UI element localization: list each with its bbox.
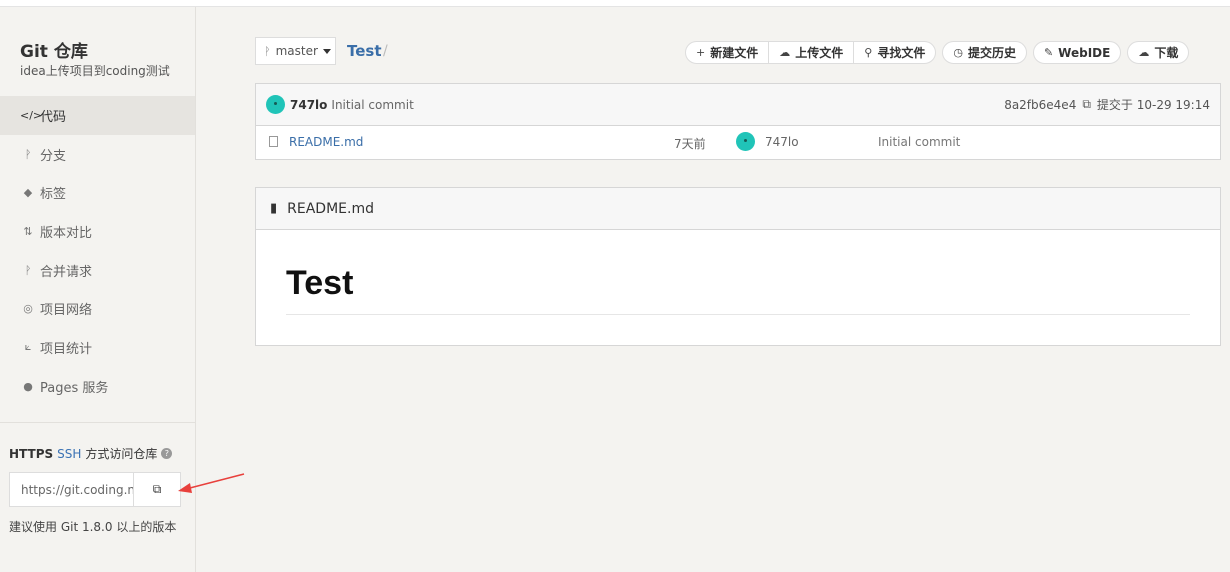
branch-icon: ᚹ bbox=[24, 147, 32, 161]
https-toggle[interactable]: HTTPS bbox=[9, 447, 53, 461]
clone-url-box: ⧉ bbox=[9, 472, 181, 507]
sidebar-item-label: 合并请求 bbox=[40, 264, 93, 280]
commit-author[interactable]: 747lo bbox=[290, 98, 327, 112]
sidebar: Git 仓库 idea上传项目到coding测试 </> 代码 ᚹ 分支 ◆ 标… bbox=[0, 7, 196, 572]
sidebar-divider bbox=[0, 422, 195, 423]
file-icon bbox=[269, 136, 278, 147]
sidebar-item-statistics[interactable]: ⟀ 项目统计 bbox=[0, 328, 195, 367]
sidebar-nav: </> 代码 ᚹ 分支 ◆ 标签 ⇅ 版本对比 ᚹ 合并请求 ◎ 项目网络 ⟀ … bbox=[0, 96, 195, 406]
readme-filename: README.md bbox=[287, 200, 374, 217]
find-file-button[interactable]: ⚲ 寻找文件 bbox=[853, 42, 935, 63]
new-file-button[interactable]: + 新建文件 bbox=[686, 42, 768, 63]
code-icon: </> bbox=[20, 108, 43, 122]
find-file-label: 寻找文件 bbox=[877, 46, 926, 60]
copy-icon: ⧉ bbox=[152, 482, 162, 496]
readme-header: ▮ README.md bbox=[256, 188, 1220, 230]
clock-icon: ◷ bbox=[953, 46, 963, 59]
git-version-tip: 建议使用 Git 1.8.0 以上的版本 bbox=[9, 520, 177, 534]
access-label: 方式访问仓库 bbox=[85, 447, 158, 461]
sidebar-item-label: 版本对比 bbox=[40, 225, 93, 241]
sidebar-item-label: 项目统计 bbox=[40, 341, 93, 357]
webide-button-wrap: ✎ WebIDE bbox=[1032, 41, 1122, 64]
sidebar-item-label: Pages 服务 bbox=[40, 380, 109, 396]
sidebar-item-network[interactable]: ◎ 项目网络 bbox=[0, 289, 195, 328]
file-name-link[interactable]: README.md bbox=[289, 135, 363, 149]
avatar[interactable] bbox=[266, 95, 285, 114]
clone-access-row: HTTPS SSH 方式访问仓库 ? bbox=[9, 445, 173, 462]
commit-history-label: 提交历史 bbox=[967, 46, 1016, 60]
repo-actions: + 新建文件 ☁ 上传文件 ⚲ 寻找文件 ◷ 提交历史 ✎ WebIDE ☁ 下… bbox=[685, 41, 1190, 64]
download-button[interactable]: ☁ 下载 bbox=[1128, 44, 1188, 61]
ssh-toggle[interactable]: SSH bbox=[57, 447, 81, 461]
copy-hash-icon[interactable]: ⧉ bbox=[1082, 97, 1091, 112]
compare-icon: ⇅ bbox=[23, 224, 33, 238]
readme-panel: ▮ README.md Test bbox=[255, 187, 1221, 346]
copy-url-button[interactable]: ⧉ bbox=[134, 473, 180, 506]
network-icon: ◎ bbox=[23, 302, 33, 316]
sidebar-item-label: 分支 bbox=[40, 148, 67, 164]
merge-request-icon: ᚹ bbox=[24, 263, 32, 277]
webide-label: WebIDE bbox=[1058, 45, 1111, 60]
edit-icon: ✎ bbox=[1043, 46, 1054, 59]
annotation-arrow bbox=[178, 473, 245, 493]
sidebar-item-branches[interactable]: ᚹ 分支 bbox=[0, 135, 195, 174]
commit-time: 提交于 10-29 19:14 bbox=[1096, 98, 1210, 112]
file-commit-message[interactable]: Initial commit bbox=[878, 135, 960, 149]
sidebar-item-label: 项目网络 bbox=[40, 303, 93, 319]
branch-icon: ᚹ bbox=[264, 44, 271, 58]
sidebar-item-code[interactable]: </> 代码 bbox=[0, 96, 195, 135]
help-icon[interactable]: ? bbox=[161, 448, 173, 459]
table-row[interactable]: README.md 7天前 747lo Initial commit bbox=[256, 126, 1220, 159]
commit-hash[interactable]: 8a2fb6e4e4 bbox=[1004, 98, 1076, 112]
sidebar-item-compare[interactable]: ⇅ 版本对比 bbox=[0, 212, 195, 251]
top-bar bbox=[0, 0, 1230, 7]
file-author[interactable]: 747lo bbox=[765, 135, 799, 149]
branch-name: master bbox=[275, 44, 318, 58]
sidebar-item-label: 标签 bbox=[40, 187, 67, 203]
branch-selector[interactable]: ᚹ master bbox=[255, 37, 336, 65]
download-label: 下载 bbox=[1154, 46, 1179, 60]
upload-file-button[interactable]: ☁ 上传文件 bbox=[768, 42, 853, 63]
file-actions-group: + 新建文件 ☁ 上传文件 ⚲ 寻找文件 bbox=[685, 41, 937, 64]
sidebar-item-label: 代码 bbox=[40, 109, 67, 125]
commit-message[interactable]: Initial commit bbox=[331, 98, 413, 112]
cloud-download-icon: ☁ bbox=[1138, 46, 1150, 59]
new-file-label: 新建文件 bbox=[710, 46, 759, 60]
webide-button[interactable]: ✎ WebIDE bbox=[1034, 46, 1120, 60]
breadcrumb-repo[interactable]: Test bbox=[347, 42, 382, 60]
repo-description: idea上传项目到coding测试 bbox=[20, 64, 170, 78]
cloud-upload-icon: ☁ bbox=[779, 46, 791, 59]
commit-meta: 8a2fb6e4e4 ⧉ 提交于 10-29 19:14 bbox=[1004, 84, 1210, 125]
commit-history-button-wrap: ◷ 提交历史 bbox=[942, 41, 1027, 64]
book-icon: ▮ bbox=[270, 201, 278, 216]
breadcrumb-separator: / bbox=[383, 43, 388, 59]
tag-icon: ◆ bbox=[23, 186, 33, 200]
download-button-wrap: ☁ 下载 bbox=[1127, 41, 1190, 64]
avatar[interactable] bbox=[736, 132, 755, 151]
caret-down-icon bbox=[322, 48, 331, 54]
sidebar-item-merge-requests[interactable]: ᚹ 合并请求 bbox=[0, 251, 195, 290]
clone-url-input[interactable] bbox=[10, 473, 134, 506]
plus-icon: + bbox=[696, 46, 706, 59]
latest-commit-row: 747lo Initial commit 8a2fb6e4e4 ⧉ 提交于 10… bbox=[256, 84, 1220, 126]
search-icon: ⚲ bbox=[864, 46, 873, 59]
repo-title: Git 仓库 bbox=[20, 42, 88, 62]
upload-file-label: 上传文件 bbox=[795, 46, 844, 60]
commit-history-button[interactable]: ◷ 提交历史 bbox=[943, 44, 1026, 61]
sidebar-item-pages[interactable]: ● Pages 服务 bbox=[0, 367, 195, 406]
globe-icon: ● bbox=[23, 379, 33, 393]
sidebar-item-tags[interactable]: ◆ 标签 bbox=[0, 173, 195, 212]
file-age: 7天前 bbox=[674, 137, 706, 151]
readme-heading: Test bbox=[286, 264, 354, 302]
file-list-panel: 747lo Initial commit 8a2fb6e4e4 ⧉ 提交于 10… bbox=[255, 83, 1221, 160]
chart-icon: ⟀ bbox=[24, 340, 32, 354]
readme-divider bbox=[286, 314, 1190, 315]
